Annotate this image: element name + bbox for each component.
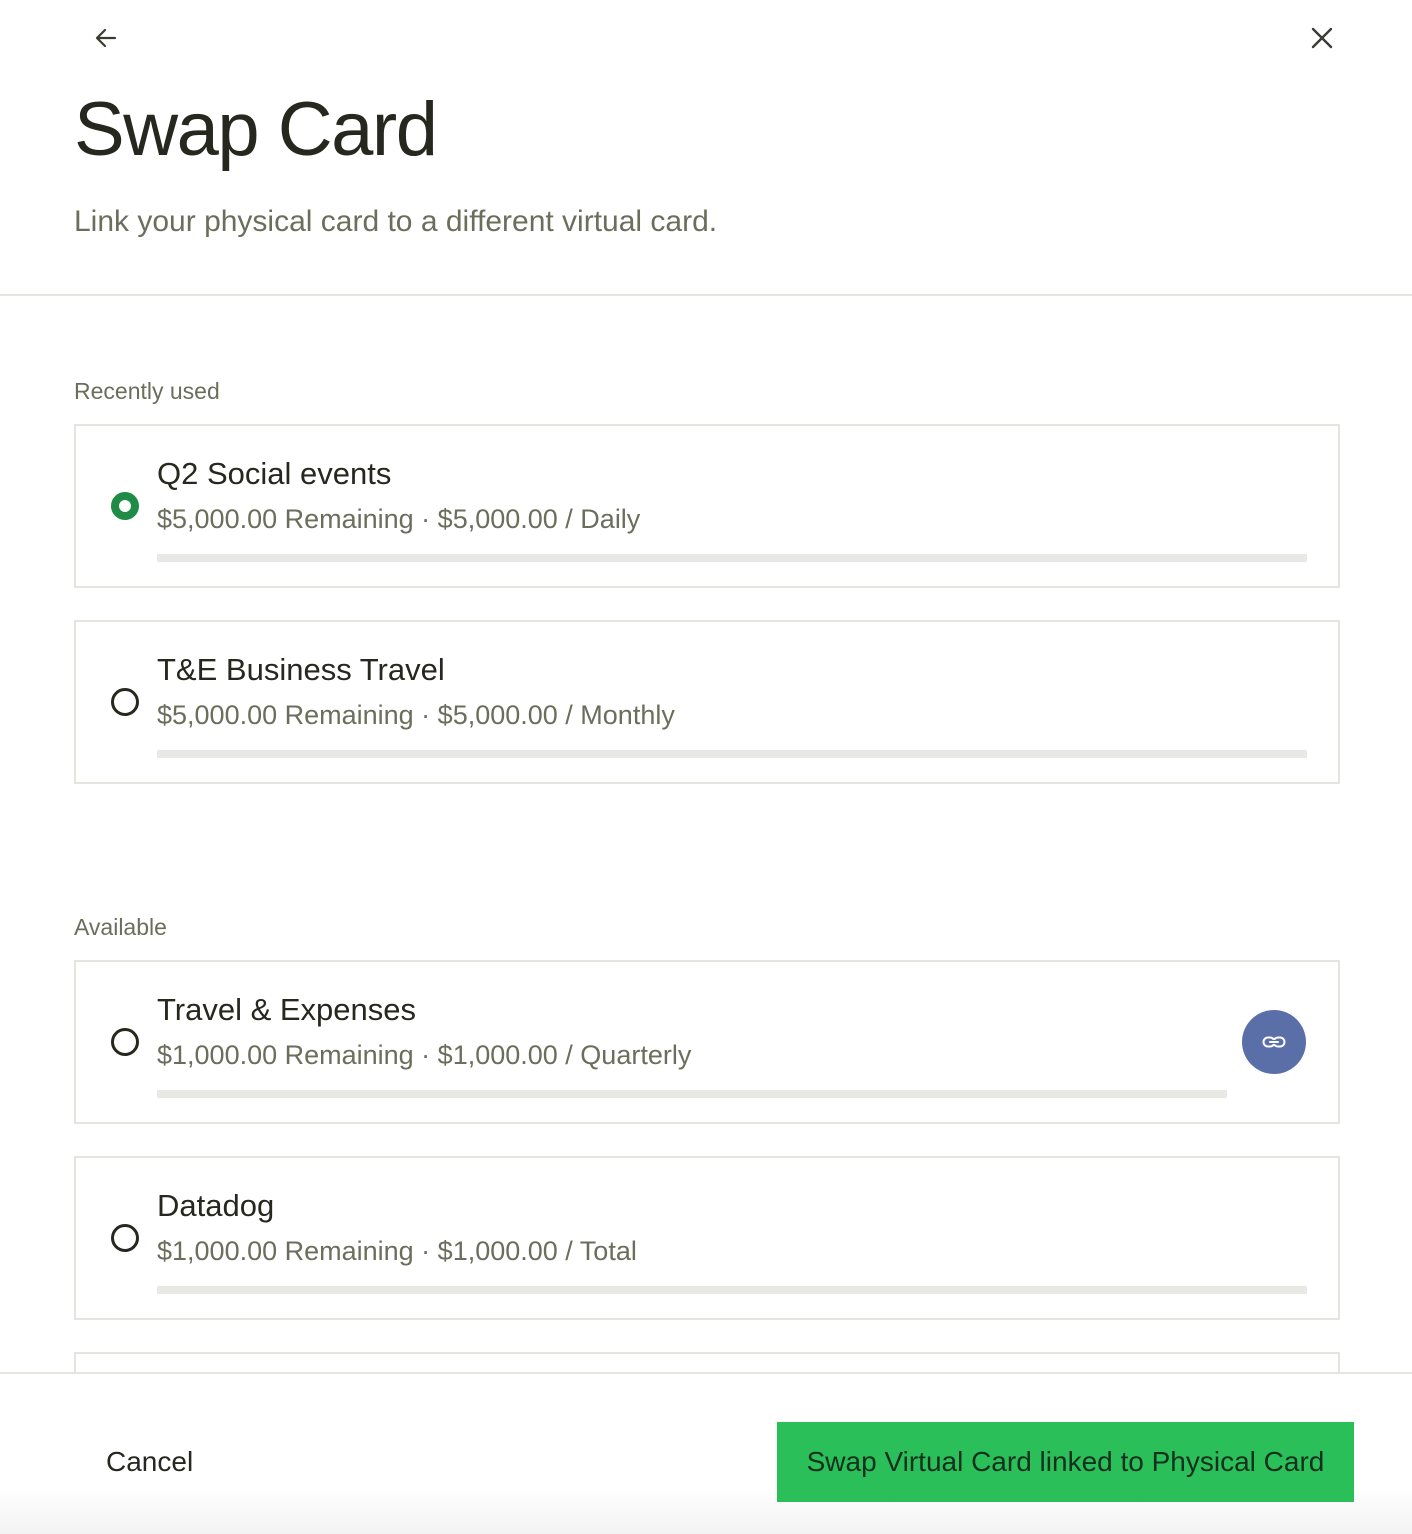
section-label-recently-used: Recently used <box>74 378 220 404</box>
radio-button[interactable] <box>111 1224 139 1252</box>
card-name: Datadog <box>157 1188 275 1223</box>
spend-progress-bar <box>157 554 1307 562</box>
header-divider <box>0 294 1412 296</box>
radio-button-selected[interactable] <box>111 492 139 520</box>
spend-progress-bar <box>157 1090 1227 1098</box>
section-label-available: Available <box>74 914 167 940</box>
card-name: Q2 Social events <box>157 456 392 491</box>
card-option-te-business-travel[interactable]: T&E Business Travel $5,000.00 Remaining … <box>74 620 1340 784</box>
arrow-left-icon <box>95 28 117 48</box>
cancel-button[interactable]: Cancel <box>106 1446 193 1478</box>
page-title: Swap Card <box>74 87 438 172</box>
dialog-footer: Cancel Swap Virtual Card linked to Physi… <box>0 1372 1412 1534</box>
close-button[interactable] <box>1302 18 1342 58</box>
page-subtitle: Link your physical card to a different v… <box>74 205 718 238</box>
card-name: T&E Business Travel <box>157 652 445 687</box>
linked-card-button[interactable] <box>1242 1010 1306 1074</box>
card-limit-info: $1,000.00 Remaining · $1,000.00 / Quarte… <box>157 1040 692 1070</box>
link-icon <box>1262 1036 1286 1048</box>
spend-progress-bar <box>157 1286 1307 1294</box>
card-limit-info: $1,000.00 Remaining · $1,000.00 / Total <box>157 1236 637 1266</box>
card-limit-info: $5,000.00 Remaining · $5,000.00 / Monthl… <box>157 700 675 730</box>
swap-virtual-card-button[interactable]: Swap Virtual Card linked to Physical Car… <box>777 1422 1354 1502</box>
spend-progress-bar <box>157 750 1307 758</box>
radio-button[interactable] <box>111 1028 139 1056</box>
radio-button[interactable] <box>111 688 139 716</box>
back-button[interactable] <box>86 18 126 58</box>
card-option-datadog[interactable]: Datadog $1,000.00 Remaining · $1,000.00 … <box>74 1156 1340 1320</box>
swap-card-dialog: Swap Card Link your physical card to a d… <box>0 0 1412 1534</box>
close-icon <box>1311 27 1333 49</box>
card-option-travel-expenses[interactable]: Travel & Expenses $1,000.00 Remaining · … <box>74 960 1340 1124</box>
card-name: Travel & Expenses <box>157 992 417 1027</box>
card-option-q2-social-events[interactable]: Q2 Social events $5,000.00 Remaining · $… <box>74 424 1340 588</box>
card-limit-info: $5,000.00 Remaining · $5,000.00 / Daily <box>157 504 641 534</box>
